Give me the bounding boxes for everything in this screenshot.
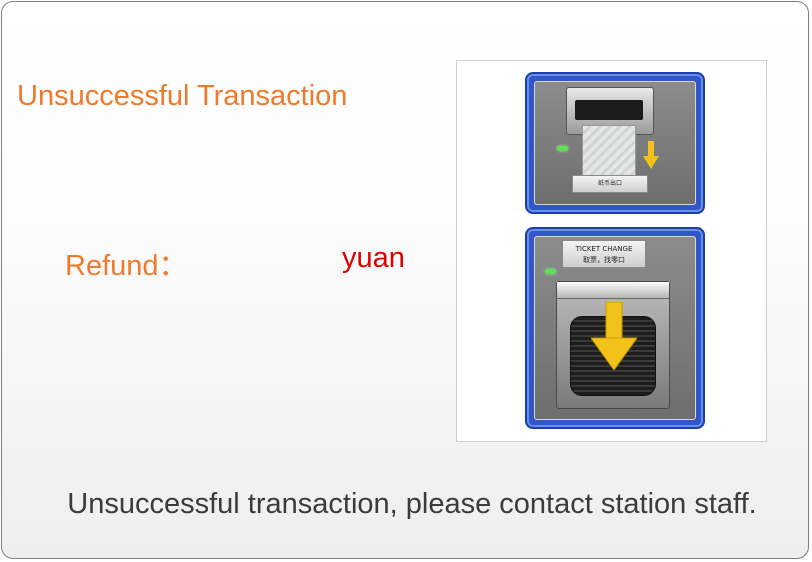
page-title: Unsuccessful Transaction — [17, 80, 348, 112]
down-arrow-icon — [591, 302, 637, 370]
dialog-frame: Unsuccessful Transaction Refund： yuan 纸币… — [1, 1, 809, 559]
banknote-outlet-plate: 纸币出口 — [572, 175, 648, 193]
banknote-outlet-panel: 纸币出口 — [525, 72, 705, 214]
ticket-change-plate-line1: TICKET CHANGE — [575, 245, 633, 253]
ticket-change-panel: TICKET CHANGE 取票，找零口 — [525, 227, 705, 429]
ticket-change-plate-line2: 取票，找零口 — [583, 256, 625, 264]
refund-label: Refund： — [65, 250, 188, 282]
indicator-light-icon — [545, 269, 556, 274]
indicator-light-icon — [557, 146, 568, 151]
ticket-change-hopper — [556, 281, 670, 409]
refund-amount — [217, 242, 327, 278]
dispenser-illustration: 纸币出口 TICKET CHANGE 取票，找零口 — [456, 60, 767, 442]
ticket-change-plate: TICKET CHANGE 取票，找零口 — [562, 240, 646, 268]
refund-unit: yuan — [342, 242, 405, 274]
banknote-image — [582, 125, 636, 179]
status-message: Unsuccessful transaction, please contact… — [67, 488, 757, 520]
down-arrow-icon — [643, 141, 659, 169]
